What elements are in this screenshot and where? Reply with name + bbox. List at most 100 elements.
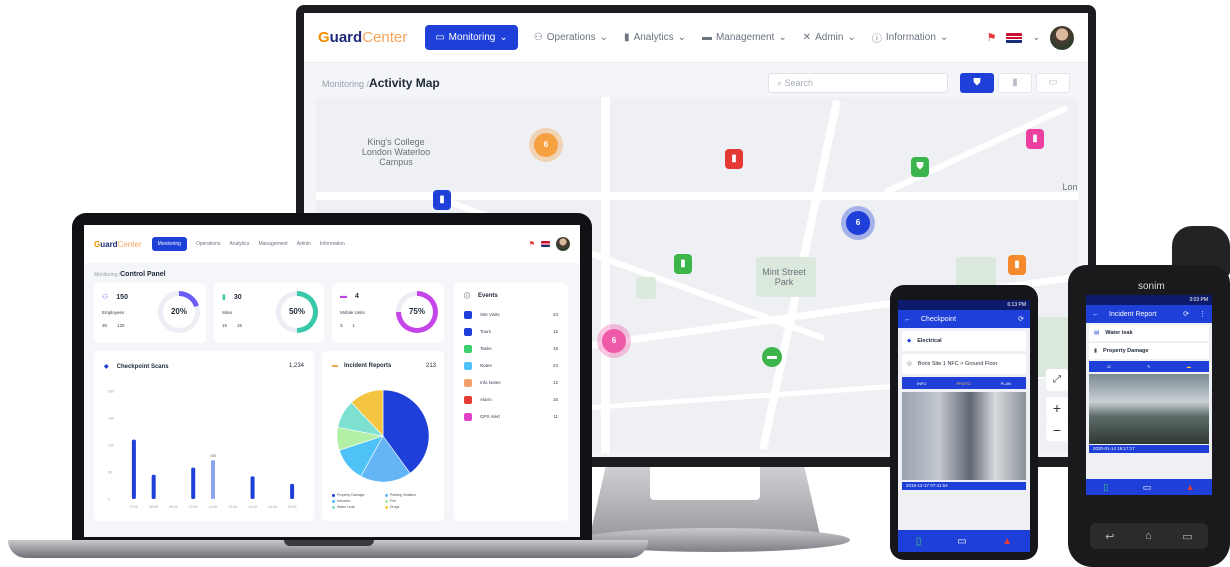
x-tick-label: 15:00: [288, 505, 297, 509]
nav-monitoring[interactable]: ▭ Monitoring ⌄: [425, 25, 518, 50]
alert-triangle-icon[interactable]: ▲: [1002, 536, 1012, 547]
building-filter-button[interactable]: ▮: [998, 73, 1032, 93]
nfc-scan-icon[interactable]: ▯: [1103, 482, 1108, 493]
chevron-down-icon[interactable]: ⌄: [1032, 32, 1040, 43]
checkpoint-location-row[interactable]: ◎ Boris Site 1 NFC > Ground Floor: [902, 354, 1026, 374]
event-row-tasks[interactable]: Tasks 15: [464, 340, 558, 357]
checkpoint-photo[interactable]: [902, 392, 1026, 480]
nav-analytics[interactable]: Analytics: [229, 241, 249, 247]
incident-category-row[interactable]: ▤ Water leak: [1089, 325, 1209, 341]
home-key-icon[interactable]: ⌂: [1145, 530, 1152, 542]
chat-icon[interactable]: ▭: [1143, 482, 1152, 493]
guardcenter-logo[interactable]: GuardCenter: [318, 29, 407, 46]
avatar[interactable]: [556, 237, 570, 251]
site-marker-red[interactable]: ▮: [725, 149, 743, 169]
stat-header: ▬ 4: [340, 293, 359, 300]
event-row-gps-alert[interactable]: GPS Alert 11: [464, 408, 558, 425]
menu-key-icon[interactable]: ▭: [1182, 530, 1192, 543]
chart-bar[interactable]: [191, 467, 196, 499]
chart-bar[interactable]: [211, 460, 215, 499]
us-flag-icon[interactable]: [1006, 32, 1023, 43]
checkbox-tab-icon[interactable]: ☑: [1107, 364, 1111, 369]
stat-card-mobile-units[interactable]: ▬ 4 Mobile Units 31 75%: [332, 283, 444, 343]
search-input[interactable]: ⌕ Search: [768, 73, 948, 93]
vehicle-marker-green[interactable]: ▬: [762, 347, 782, 367]
zoom-in-button[interactable]: +: [1046, 397, 1068, 419]
car-icon: ▬: [767, 351, 777, 362]
nav-label: Operations: [546, 32, 596, 43]
alert-triangle-icon[interactable]: ▲: [1186, 482, 1195, 492]
back-arrow-icon[interactable]: ←: [904, 316, 911, 323]
event-row-notes[interactable]: Notes 23: [464, 357, 558, 374]
chart-bar[interactable]: [250, 476, 255, 499]
tab-info[interactable]: INFO: [917, 381, 927, 386]
nav-monitoring[interactable]: Monitoring: [151, 237, 187, 251]
notification-icon[interactable]: ⚑: [529, 240, 535, 248]
nav-management[interactable]: Management: [258, 241, 287, 247]
us-flag-icon[interactable]: [541, 241, 550, 247]
zoom-out-button[interactable]: −: [1046, 419, 1068, 441]
legend-item: Fire: [385, 499, 438, 503]
building-icon: ▮: [731, 153, 737, 164]
stat-card-sites[interactable]: ▮ 30 Sites 15 15 50%: [214, 283, 324, 343]
event-count: 15: [552, 397, 558, 402]
tab-photo[interactable]: PHOTO: [956, 381, 970, 386]
x-tick-label: 11:00: [209, 505, 218, 509]
briefcase-tab-icon[interactable]: ▬: [1187, 364, 1191, 369]
chart-bar[interactable]: [151, 474, 156, 499]
map-label-lon: Lon: [1062, 182, 1078, 192]
event-label: Tours: [480, 329, 492, 334]
refresh-icon[interactable]: ⟳: [1183, 310, 1189, 318]
nav-admin[interactable]: Admin: [297, 241, 311, 247]
event-label: Notes: [480, 363, 492, 368]
nav-management[interactable]: ▬ Management ⌄: [702, 32, 787, 43]
nfc-scan-icon[interactable]: ▯: [916, 536, 922, 547]
chart-bar[interactable]: [290, 483, 295, 499]
event-label: Info Notes: [480, 380, 501, 385]
shield-marker-green[interactable]: ⛊: [911, 157, 929, 177]
incident-type-row[interactable]: ▮ Property Damage: [1089, 343, 1209, 359]
breadcrumb-parent[interactable]: Monitoring /: [322, 79, 369, 89]
vehicle-filter-button[interactable]: ▭: [1036, 73, 1070, 93]
nav-information[interactable]: Information: [320, 241, 345, 247]
site-marker-blue[interactable]: ▮: [433, 190, 451, 210]
map-cluster-blue[interactable]: 6: [846, 211, 870, 235]
site-marker-pink[interactable]: ▮: [1026, 129, 1044, 149]
notification-icon[interactable]: ⚑: [987, 31, 997, 44]
checkpoint-type-row[interactable]: ◆ Electrical: [902, 331, 1026, 351]
car-icon: ▭: [1048, 77, 1058, 88]
nav-information[interactable]: ⓘ Information ⌄: [872, 30, 948, 45]
checkpoint-scans-card: ◆ Checkpoint Scans 1,234 200 150 100 50 0 07:0…: [94, 351, 314, 521]
refresh-icon[interactable]: ⟳: [1018, 315, 1024, 323]
nav-operations[interactable]: Operations: [196, 241, 220, 247]
event-row-site-visits[interactable]: Site Visits 23: [464, 306, 558, 323]
back-arrow-icon[interactable]: ←: [1092, 311, 1099, 318]
tab-plan[interactable]: PLAN: [1001, 381, 1011, 386]
chart-bar[interactable]: [131, 439, 136, 499]
back-key-icon[interactable]: ↩: [1105, 530, 1114, 543]
pencil-tab-icon[interactable]: ✎: [1147, 364, 1150, 369]
guardcenter-logo[interactable]: GuardCenter: [94, 240, 142, 249]
stat-card-employees[interactable]: ⚇ 150 Employees 30 120 20%: [94, 283, 206, 343]
chat-icon[interactable]: ▭: [957, 536, 966, 547]
event-row-alarm[interactable]: Alarm 15: [464, 391, 558, 408]
event-row-info-notes[interactable]: Info Notes 12: [464, 374, 558, 391]
incident-reports-card: ▬ Incident Reports 213 Property Damage Pa…: [322, 351, 444, 521]
breadcrumb-parent[interactable]: Monitoring /: [94, 272, 120, 278]
more-menu-icon[interactable]: ⋮: [1199, 310, 1206, 318]
map-cluster-pink[interactable]: 6: [602, 329, 626, 353]
checkpoint-location: Boris Site 1 NFC > Ground Floor: [917, 361, 998, 367]
event-row-tours[interactable]: Tours 12: [464, 323, 558, 340]
logo-uard: uard: [100, 239, 118, 249]
nav-operations[interactable]: ⚇ Operations ⌄: [534, 32, 608, 43]
tag-icon: ◆: [907, 338, 912, 344]
nav-admin[interactable]: ✕ Admin ⌄: [803, 32, 856, 43]
site-marker-orange[interactable]: ▮: [1008, 255, 1026, 275]
shield-filter-button[interactable]: ⛊: [960, 73, 994, 93]
avatar[interactable]: [1050, 25, 1074, 50]
nav-analytics[interactable]: ▮ Analytics ⌄: [624, 32, 686, 43]
site-marker-green[interactable]: ▮: [674, 254, 692, 274]
incident-photo[interactable]: [1089, 374, 1209, 444]
fullscreen-icon[interactable]: ⤢: [1046, 369, 1068, 391]
map-cluster-orange[interactable]: 6: [534, 133, 558, 157]
